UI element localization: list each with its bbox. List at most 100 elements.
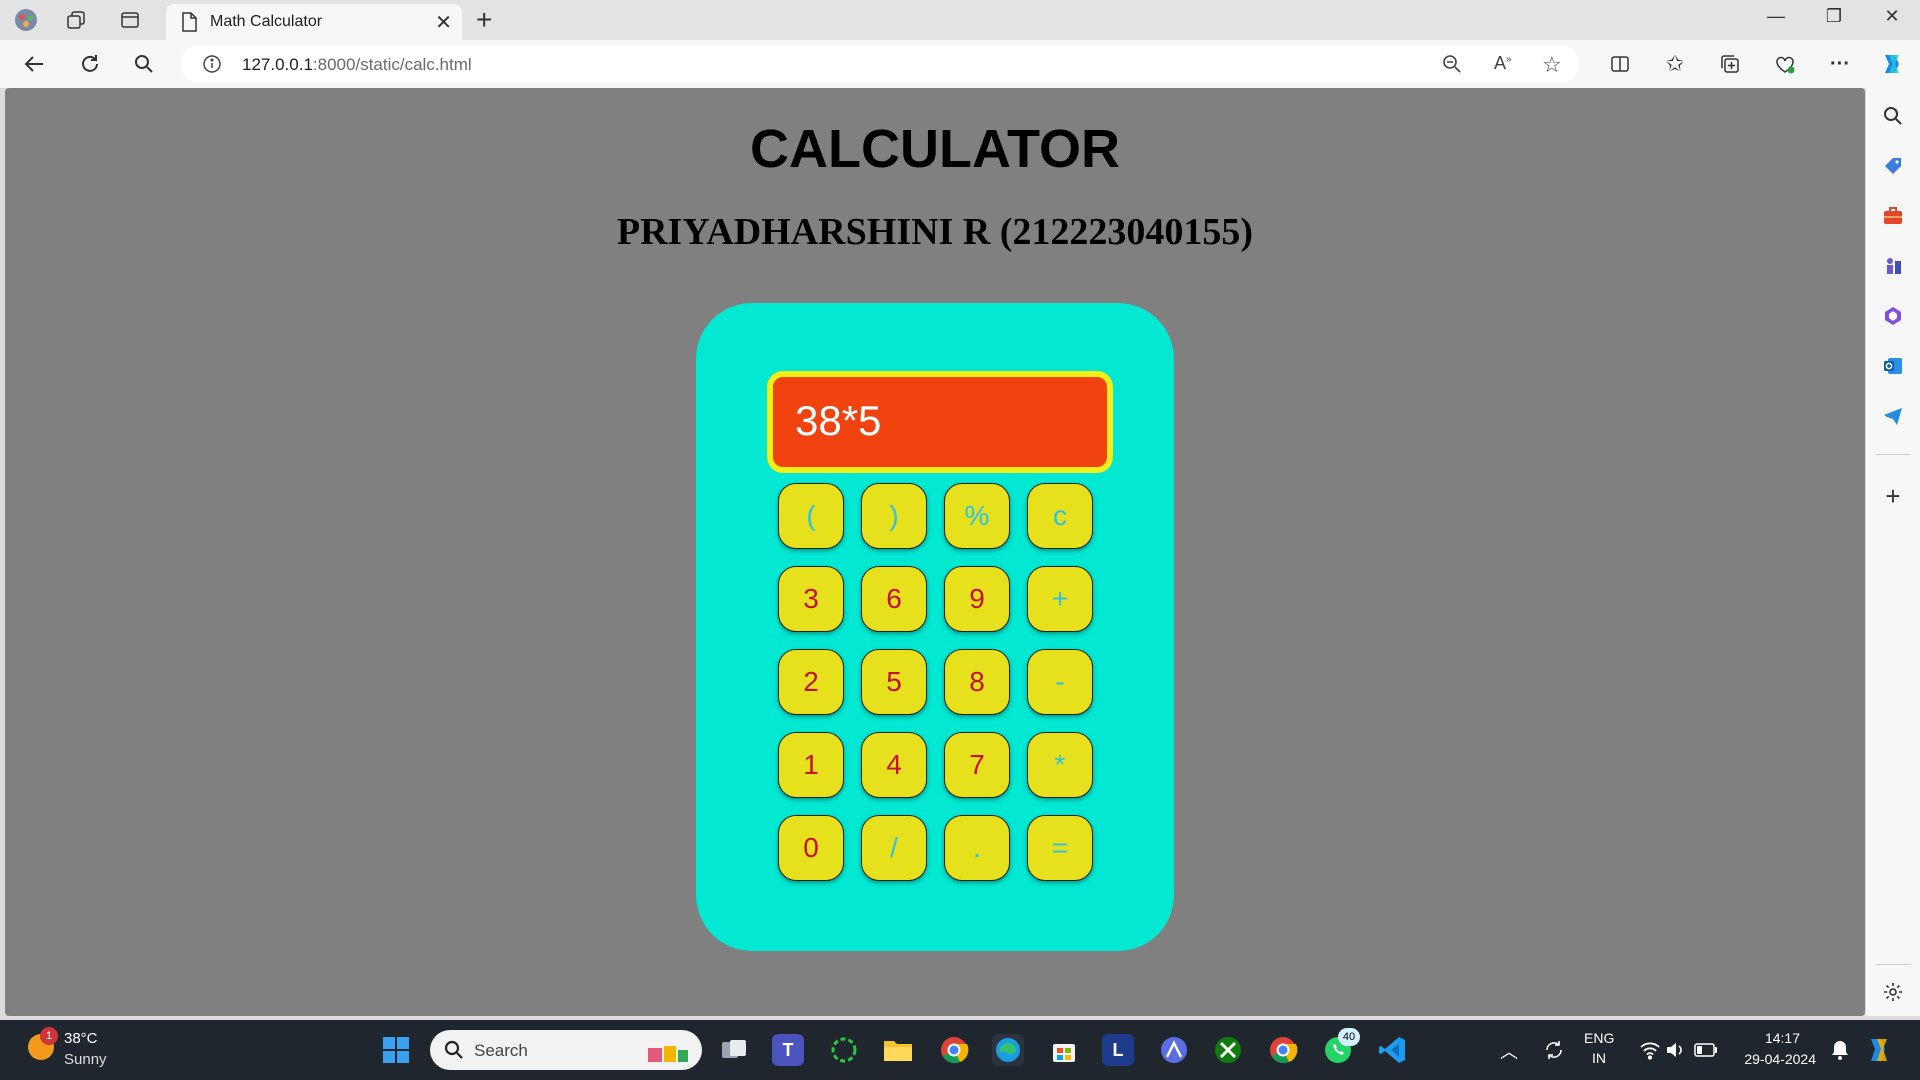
- page-document-icon: [180, 12, 198, 37]
- key-2[interactable]: 2: [778, 649, 844, 715]
- shopping-tag-icon[interactable]: [1879, 152, 1907, 180]
- key-minus[interactable]: -: [1027, 649, 1093, 715]
- vertical-tabs-icon[interactable]: [116, 6, 144, 34]
- sidebar-search-icon[interactable]: [1879, 102, 1907, 130]
- vscode-icon[interactable]: [1376, 1034, 1408, 1066]
- read-aloud-icon[interactable]: A»: [1494, 53, 1512, 74]
- search-icon[interactable]: [130, 50, 158, 78]
- tray-chevron-up-icon[interactable]: ︿: [1500, 1038, 1518, 1064]
- key-close-paren[interactable]: ): [861, 483, 927, 549]
- windows-taskbar: 1 38°C Sunny Search T L 40 ︿ ENG IN 14:1…: [0, 1020, 1920, 1080]
- weather-temperature[interactable]: 38°C: [64, 1030, 98, 1047]
- taskbar-search-icon: [444, 1040, 464, 1065]
- outlook-icon[interactable]: [1879, 352, 1907, 380]
- taskbar-search-label: Search: [474, 1041, 528, 1060]
- address-bar[interactable]: 127.0.0.1:8000/static/calc.html A» ☆: [180, 45, 1580, 83]
- chrome-icon-2[interactable]: [1267, 1034, 1299, 1066]
- search-highlight-gifts-icon: [646, 1038, 690, 1069]
- weather-condition[interactable]: Sunny: [64, 1051, 107, 1068]
- profile-avatar-icon[interactable]: [12, 6, 40, 34]
- key-plus[interactable]: +: [1027, 566, 1093, 632]
- new-tab-icon[interactable]: +: [476, 4, 492, 36]
- add-sidebar-app-icon[interactable]: +: [1879, 481, 1907, 511]
- workspaces-icon[interactable]: [62, 6, 90, 34]
- url-host: 127.0.0.1: [242, 55, 313, 74]
- zoom-out-icon[interactable]: [1442, 54, 1462, 79]
- key-divide[interactable]: /: [861, 815, 927, 881]
- refresh-icon[interactable]: [76, 50, 104, 78]
- chrome-icon[interactable]: [938, 1034, 970, 1066]
- more-options-icon[interactable]: ···: [1826, 50, 1854, 78]
- key-multiply[interactable]: *: [1027, 732, 1093, 798]
- sync-icon[interactable]: [1538, 1034, 1570, 1066]
- tab-title: Math Calculator: [210, 13, 323, 30]
- l-app-icon[interactable]: L: [1102, 1034, 1134, 1066]
- key-7[interactable]: 7: [944, 732, 1010, 798]
- key-0[interactable]: 0: [778, 815, 844, 881]
- key-5[interactable]: 5: [861, 649, 927, 715]
- close-tab-icon[interactable]: ✕: [435, 10, 452, 35]
- key-dot[interactable]: .: [944, 815, 1010, 881]
- page-title: CALCULATOR: [750, 119, 1120, 179]
- tab-math-calculator[interactable]: Math Calculator ✕: [166, 4, 462, 40]
- url-text[interactable]: 127.0.0.1:8000/static/calc.html: [242, 55, 472, 75]
- key-4[interactable]: 4: [861, 732, 927, 798]
- teams-icon[interactable]: T: [772, 1034, 804, 1066]
- collections-icon[interactable]: [1716, 50, 1744, 78]
- arc-app-icon[interactable]: [1158, 1034, 1190, 1066]
- browser-tab-strip: Math Calculator ✕ + — ❐ ✕: [0, 0, 1920, 40]
- key-1[interactable]: 1: [778, 732, 844, 798]
- sidebar-divider-bottom: [1876, 964, 1910, 965]
- minimize-icon[interactable]: —: [1756, 6, 1796, 27]
- xbox-icon[interactable]: [1212, 1034, 1244, 1066]
- notification-bell-icon[interactable]: [1824, 1034, 1856, 1066]
- language-top[interactable]: ENG: [1584, 1030, 1614, 1046]
- browser-toolbar: 127.0.0.1:8000/static/calc.html A» ☆ ✩ ·…: [0, 40, 1920, 88]
- start-windows-icon[interactable]: [380, 1034, 412, 1066]
- key-8[interactable]: 8: [944, 649, 1010, 715]
- edge-browser-icon[interactable]: [992, 1034, 1024, 1066]
- back-arrow-icon[interactable]: [20, 50, 48, 78]
- games-chess-icon[interactable]: [1879, 252, 1907, 280]
- microsoft-store-icon[interactable]: [1048, 1034, 1080, 1066]
- sidebar-settings-gear-icon[interactable]: [1879, 978, 1907, 1006]
- task-view-icon[interactable]: [718, 1034, 750, 1066]
- key-percent[interactable]: %: [944, 483, 1010, 549]
- weather-badge: 1: [40, 1027, 58, 1045]
- favorites-icon[interactable]: ✩: [1661, 50, 1689, 78]
- key-6[interactable]: 6: [861, 566, 927, 632]
- file-explorer-icon[interactable]: [882, 1034, 914, 1066]
- copilot-icon[interactable]: [1878, 50, 1906, 78]
- display-value: 38*5: [795, 397, 882, 444]
- calculator-body: 38*5 ( ) % c 3 6 9 + 2 5 8 - 1 4 7 * 0 /…: [696, 303, 1174, 951]
- copilot-taskbar-icon[interactable]: [1864, 1034, 1896, 1066]
- key-equals[interactable]: =: [1027, 815, 1093, 881]
- clock-date[interactable]: 29-04-2024: [1732, 1051, 1816, 1067]
- split-screen-icon[interactable]: [1606, 50, 1634, 78]
- battery-icon[interactable]: [1690, 1034, 1722, 1066]
- edge-sidebar: +: [1866, 88, 1920, 1016]
- browser-essentials-icon[interactable]: [1771, 50, 1799, 78]
- sidebar-divider: [1876, 454, 1910, 455]
- clock-time[interactable]: 14:17: [1736, 1030, 1800, 1046]
- circular-app-icon[interactable]: [828, 1034, 860, 1066]
- url-path: :8000/static/calc.html: [312, 55, 472, 74]
- tools-briefcase-icon[interactable]: [1879, 202, 1907, 230]
- site-info-icon[interactable]: [202, 54, 222, 79]
- key-9[interactable]: 9: [944, 566, 1010, 632]
- key-open-paren[interactable]: (: [778, 483, 844, 549]
- close-window-icon[interactable]: ✕: [1872, 6, 1912, 27]
- favorite-star-icon[interactable]: ☆: [1542, 52, 1562, 78]
- taskbar-search[interactable]: Search: [430, 1030, 702, 1070]
- microsoft-365-icon[interactable]: [1879, 302, 1907, 330]
- key-clear[interactable]: c: [1027, 483, 1093, 549]
- language-bottom[interactable]: IN: [1592, 1050, 1606, 1066]
- calculator-display: 38*5: [767, 371, 1113, 473]
- page-subtitle: PRIYADHARSHINI R (212223040155): [616, 211, 1254, 253]
- restore-icon[interactable]: ❐: [1814, 6, 1854, 27]
- volume-icon[interactable]: [1660, 1034, 1692, 1066]
- whatsapp-badge: 40: [1338, 1028, 1360, 1046]
- key-3[interactable]: 3: [778, 566, 844, 632]
- send-telegram-icon[interactable]: [1879, 402, 1907, 430]
- page-viewport: CALCULATOR PRIYADHARSHINI R (21222304015…: [5, 88, 1865, 1016]
